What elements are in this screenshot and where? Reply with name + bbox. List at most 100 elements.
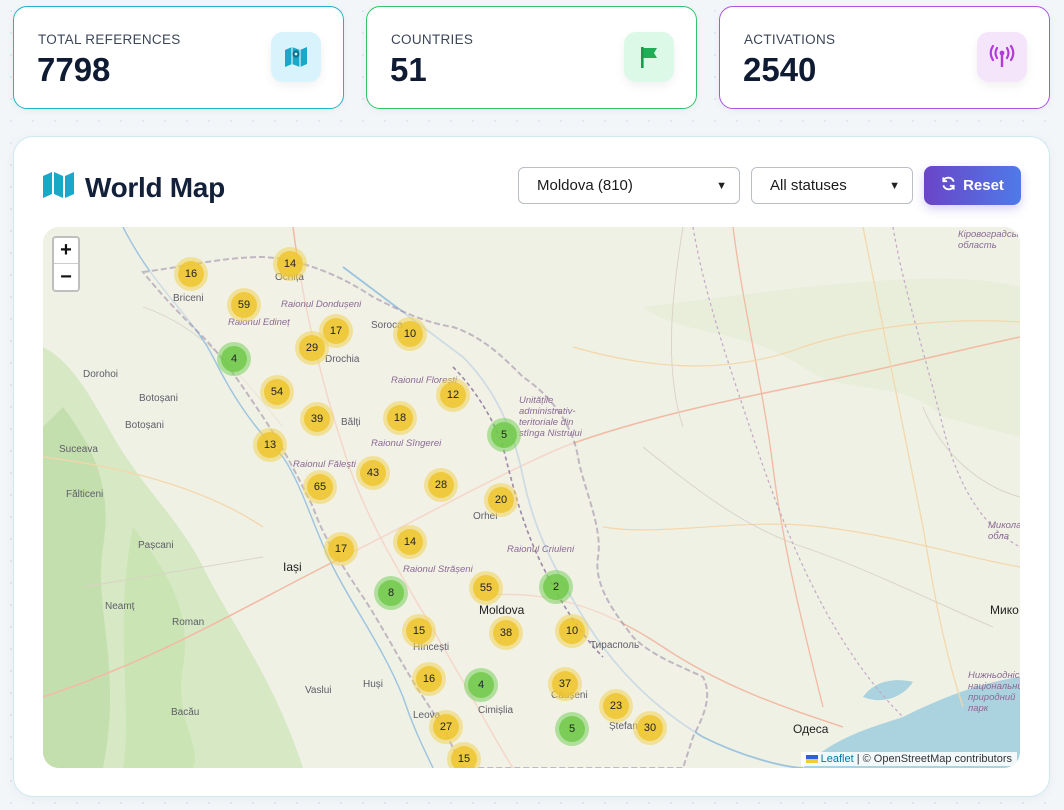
marker-cluster[interactable]: 27 xyxy=(429,710,463,744)
place-label: Raionul Criuleni xyxy=(507,544,575,555)
status-select[interactable]: All statuses ▼ xyxy=(751,167,913,204)
marker-cluster[interactable]: 38 xyxy=(489,616,523,650)
place-label: Нижньодністровський національний природн… xyxy=(968,670,1020,714)
cluster-count: 15 xyxy=(451,746,477,768)
cluster-count: 14 xyxy=(277,251,303,277)
stat-label: COUNTRIES xyxy=(391,32,474,47)
marker-cluster[interactable]: 65 xyxy=(303,470,337,504)
zoom-out-button[interactable]: − xyxy=(54,264,78,290)
place-label: Raionul Strășeni xyxy=(403,564,473,575)
place-label: Moldova xyxy=(479,603,525,617)
marker-cluster[interactable]: 14 xyxy=(393,525,427,559)
cluster-count: 37 xyxy=(552,671,578,697)
cluster-count: 43 xyxy=(360,460,386,486)
place-label: Bălți xyxy=(341,417,361,428)
place-label: Drochia xyxy=(325,354,360,365)
cluster-count: 28 xyxy=(428,472,454,498)
place-label: Микола обла xyxy=(988,520,1020,542)
chevron-down-icon: ▼ xyxy=(889,179,900,192)
reset-button[interactable]: Reset xyxy=(924,166,1021,205)
status-select-value: All statuses xyxy=(770,177,847,194)
marker-cluster[interactable]: 23 xyxy=(599,689,633,723)
cluster-count: 17 xyxy=(328,536,354,562)
cluster-count: 30 xyxy=(637,715,663,741)
stat-value: 51 xyxy=(390,51,427,88)
marker-cluster[interactable]: 12 xyxy=(436,378,470,412)
map-attribution: Leaflet | © OpenStreetMap contributors xyxy=(800,752,1017,766)
cluster-count: 15 xyxy=(406,618,432,644)
cluster-count: 29 xyxy=(299,335,325,361)
marker-cluster[interactable]: 39 xyxy=(300,402,334,436)
cluster-count: 65 xyxy=(307,474,333,500)
marker-cluster[interactable]: 5 xyxy=(555,712,589,746)
country-select[interactable]: Moldova (810) ▼ xyxy=(518,167,740,204)
marker-cluster[interactable]: 15 xyxy=(447,742,481,768)
cluster-count: 54 xyxy=(264,379,290,405)
cluster-count: 5 xyxy=(491,422,517,448)
marker-cluster[interactable]: 5 xyxy=(487,418,521,452)
panel-title: World Map xyxy=(85,171,225,203)
zoom-in-button[interactable]: + xyxy=(54,238,78,264)
place-label: Одеса xyxy=(793,722,829,736)
cluster-count: 2 xyxy=(543,574,569,600)
marker-cluster[interactable]: 14 xyxy=(273,247,307,281)
place-label: Iași xyxy=(283,560,302,574)
marker-cluster[interactable]: 4 xyxy=(217,342,251,376)
marker-cluster[interactable]: 28 xyxy=(424,468,458,502)
marker-cluster[interactable]: 15 xyxy=(402,614,436,648)
cluster-count: 14 xyxy=(397,529,423,555)
marker-cluster[interactable]: 13 xyxy=(253,428,287,462)
marker-cluster[interactable]: 37 xyxy=(548,667,582,701)
cluster-count: 4 xyxy=(221,346,247,372)
map-icon xyxy=(271,32,321,82)
stat-card-activations: ACTIVATIONS 2540 xyxy=(719,6,1050,109)
place-label: Dorohoi xyxy=(83,369,119,380)
leaflet-link[interactable]: Leaflet xyxy=(821,753,854,765)
place-label: Cimișlia xyxy=(478,705,513,716)
marker-cluster[interactable]: 59 xyxy=(227,288,261,322)
marker-cluster[interactable]: 43 xyxy=(356,456,390,490)
place-label: Botoșani xyxy=(139,393,178,404)
place-label: Bacău xyxy=(171,707,200,718)
stat-label: TOTAL REFERENCES xyxy=(38,32,181,47)
cluster-count: 39 xyxy=(304,406,330,432)
marker-cluster[interactable]: 17 xyxy=(324,532,358,566)
place-label: Suceava xyxy=(59,444,98,455)
panel-header: World Map xyxy=(42,171,225,204)
marker-cluster[interactable]: 4 xyxy=(464,668,498,702)
marker-cluster[interactable]: 55 xyxy=(469,571,503,605)
marker-cluster[interactable]: 8 xyxy=(374,576,408,610)
place-label: Roman xyxy=(172,617,205,628)
marker-cluster[interactable]: 16 xyxy=(174,257,208,291)
cluster-count: 13 xyxy=(257,432,283,458)
marker-cluster[interactable]: 54 xyxy=(260,375,294,409)
marker-cluster[interactable]: 18 xyxy=(383,401,417,435)
cluster-count: 18 xyxy=(387,405,413,431)
stat-card-total-references: TOTAL REFERENCES 7798 xyxy=(13,6,344,109)
marker-cluster[interactable]: 10 xyxy=(393,317,427,351)
world-map-panel: World Map Moldova (810) ▼ All statuses ▼… xyxy=(13,136,1050,797)
cluster-count: 10 xyxy=(397,321,423,347)
antenna-icon xyxy=(977,32,1027,82)
marker-cluster[interactable]: 16 xyxy=(412,662,446,696)
marker-cluster[interactable]: 20 xyxy=(484,483,518,517)
marker-cluster[interactable]: 2 xyxy=(539,570,573,604)
cluster-count: 27 xyxy=(433,714,459,740)
cluster-count: 20 xyxy=(488,487,514,513)
marker-cluster[interactable]: 29 xyxy=(295,331,329,365)
place-label: Кіровоградська область xyxy=(958,229,1020,251)
map-tiles xyxy=(43,227,1020,768)
place-label: Unitățile administrativ-teritoriale din … xyxy=(519,395,582,439)
cluster-count: 12 xyxy=(440,382,466,408)
marker-cluster[interactable]: 30 xyxy=(633,711,667,745)
place-label: Vaslui xyxy=(305,685,332,696)
stat-value: 7798 xyxy=(37,51,111,88)
cluster-count: 38 xyxy=(493,620,519,646)
ukraine-flag-icon xyxy=(805,755,818,764)
map-view[interactable]: Briceni Ocnița Raionul Dondușeni Raionul… xyxy=(43,227,1020,768)
folded-map-icon xyxy=(42,171,75,204)
marker-cluster[interactable]: 10 xyxy=(555,614,589,648)
stat-card-countries: COUNTRIES 51 xyxy=(366,6,697,109)
cluster-count: 4 xyxy=(468,672,494,698)
reset-label: Reset xyxy=(963,177,1004,194)
